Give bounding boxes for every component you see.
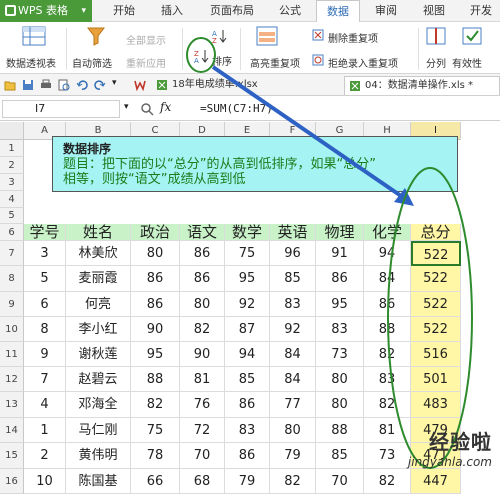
total-column-highlight-ellipse xyxy=(387,167,473,469)
watermark: 经验啦 jingyanla.com xyxy=(408,426,492,469)
pointer-arrow-line xyxy=(211,65,406,200)
watermark-title: 经验啦 xyxy=(429,430,492,454)
annotation-overlay xyxy=(186,37,473,469)
watermark-url: jingyanla.com xyxy=(407,455,492,469)
pointer-arrow-head xyxy=(394,188,414,206)
sort-highlight-circle xyxy=(186,37,216,73)
